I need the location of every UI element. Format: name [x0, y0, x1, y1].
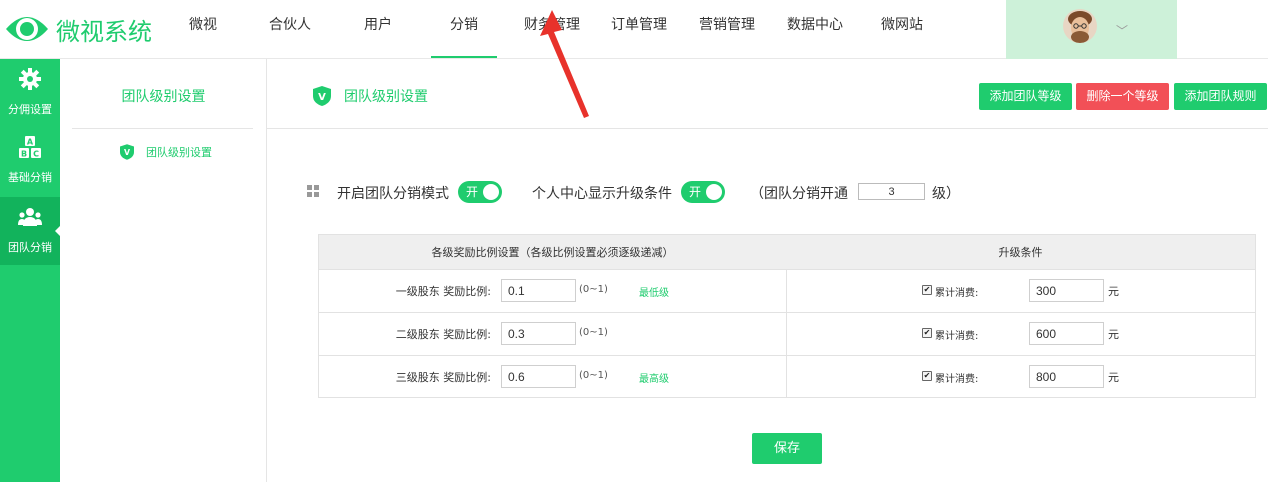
level-tag: 最高级 [639, 374, 669, 385]
consumption-amount-input[interactable] [1029, 322, 1104, 345]
main-header: V 团队级别设置 添加团队等级 删除一个等级 添加团队规则 [267, 59, 1268, 129]
page-title-text: 团队级别设置 [344, 89, 428, 105]
sidebar-item-commission-settings[interactable]: 分佣设置 [0, 59, 60, 127]
shield-v-icon: V [120, 144, 134, 160]
submenu-item-label: 团队级别设置 [146, 146, 212, 159]
avatar[interactable] [1063, 9, 1097, 43]
reward-ratio-input[interactable] [501, 365, 576, 388]
levels-prefix: （团队分销开通 [750, 186, 848, 202]
team-icon [18, 208, 42, 226]
nav-item-data-center[interactable]: 数据中心 [786, 0, 844, 59]
app-logo[interactable]: 微视系统 [4, 9, 152, 49]
currency-unit: 元 [1108, 371, 1119, 384]
app-name: 微视系统 [56, 17, 152, 46]
svg-text:V: V [124, 148, 130, 157]
consumption-amount-input[interactable] [1029, 365, 1104, 388]
levels-count-input[interactable] [858, 183, 925, 200]
condition-label: 累计消费: [935, 288, 979, 299]
currency-unit: 元 [1108, 285, 1119, 298]
nav-item-orders[interactable]: 订单管理 [610, 0, 668, 59]
condition-label: 累计消费: [935, 331, 979, 342]
team-mode-toggle[interactable]: 开 [458, 181, 502, 203]
show-condition-label: 个人中心显示升级条件 [532, 186, 672, 202]
submenu-title: 团队级别设置 [121, 89, 206, 105]
nav-item-partner[interactable]: 合伙人 [268, 0, 312, 59]
avatar-image-icon [1063, 9, 1097, 43]
page-title: V 团队级别设置 [313, 86, 428, 106]
show-condition-toggle[interactable]: 开 [681, 181, 725, 203]
user-menu[interactable]: ﹀ [1006, 0, 1177, 59]
svg-text:V: V [318, 92, 326, 103]
table-row: 三级股东 奖励比例: (0~1) 最高级 ✔ 累计消费: 元 [319, 355, 1255, 398]
nav-item-microsite[interactable]: 微网站 [880, 0, 924, 59]
condition-checkbox[interactable]: ✔ [922, 285, 932, 295]
level-label: 三级股东 奖励比例: [395, 371, 491, 384]
team-mode-label: 开启团队分销模式 [337, 186, 449, 202]
add-team-level-button[interactable]: 添加团队等级 [979, 83, 1072, 110]
shield-v-icon: V [313, 86, 331, 106]
levels-suffix: 级） [932, 186, 960, 202]
condition-label: 累计消费: [935, 374, 979, 385]
delete-level-button[interactable]: 删除一个等级 [1076, 83, 1169, 110]
ratio-range-hint: (0~1) [579, 284, 608, 295]
reward-settings-table: 各级奖励比例设置（各级比例设置必须逐级递减） 升级条件 一级股东 奖励比例: (… [318, 234, 1256, 398]
sidebar-item-team-distribution[interactable]: 团队分销 [0, 197, 60, 265]
level-label: 一级股东 奖励比例: [395, 285, 491, 298]
column-divider [786, 270, 787, 398]
toggle-knob [483, 184, 499, 200]
submenu-item-team-level-settings[interactable]: V 团队级别设置 [120, 144, 212, 160]
nav-item-weishi[interactable]: 微视 [188, 0, 218, 59]
ratio-range-hint: (0~1) [579, 370, 608, 381]
table-header: 各级奖励比例设置（各级比例设置必须逐级递减） 升级条件 [319, 235, 1255, 270]
top-bar: 微视系统 微视 合伙人 用户 分销 财务管理 订单管理 营销管理 数据中心 微网… [0, 0, 1268, 59]
submenu: 团队级别设置 V 团队级别设置 [60, 59, 267, 482]
column-header-upgrade-condition: 升级条件 [998, 246, 1043, 259]
level-tag: 最低级 [639, 288, 669, 299]
grid-icon [307, 185, 319, 197]
svg-text:C: C [33, 150, 39, 159]
condition-checkbox[interactable]: ✔ [922, 328, 932, 338]
eye-logo-icon [6, 17, 48, 41]
reward-ratio-input[interactable] [501, 322, 576, 345]
sidebar-item-basic-distribution[interactable]: A B C 基础分销 [0, 127, 60, 195]
divider [72, 128, 253, 129]
sidebar-item-label: 基础分销 [8, 171, 52, 184]
svg-text:B: B [21, 150, 27, 159]
condition-checkbox[interactable]: ✔ [922, 371, 932, 381]
sidebar: 分佣设置 A B C 基础分销 团队分销 [0, 59, 60, 482]
abc-blocks-icon: A B C [19, 136, 41, 159]
currency-unit: 元 [1108, 328, 1119, 341]
chevron-down-icon[interactable]: ﹀ [1116, 22, 1128, 39]
toggle-text: 开 [466, 185, 479, 199]
toggle-knob [706, 184, 722, 200]
consumption-amount-input[interactable] [1029, 279, 1104, 302]
sidebar-item-label: 分佣设置 [8, 103, 52, 116]
column-header-reward-ratio: 各级奖励比例设置（各级比例设置必须逐级递减） [431, 246, 674, 259]
add-team-rule-button[interactable]: 添加团队规则 [1174, 83, 1267, 110]
gear-icon [19, 68, 41, 90]
ratio-range-hint: (0~1) [579, 327, 608, 338]
sidebar-item-label: 团队分销 [8, 241, 52, 254]
table-row: 二级股东 奖励比例: (0~1) ✔ 累计消费: 元 [319, 312, 1255, 355]
svg-text:A: A [27, 138, 34, 147]
nav-item-user[interactable]: 用户 [363, 0, 393, 59]
reward-ratio-input[interactable] [501, 279, 576, 302]
table-row: 一级股东 奖励比例: (0~1) 最低级 ✔ 累计消费: 元 [319, 269, 1255, 312]
toggle-text: 开 [689, 185, 702, 199]
nav-item-distribution[interactable]: 分销 [431, 0, 497, 59]
level-label: 二级股东 奖励比例: [395, 328, 491, 341]
nav-item-marketing[interactable]: 营销管理 [698, 0, 756, 59]
save-button[interactable]: 保存 [752, 433, 822, 464]
